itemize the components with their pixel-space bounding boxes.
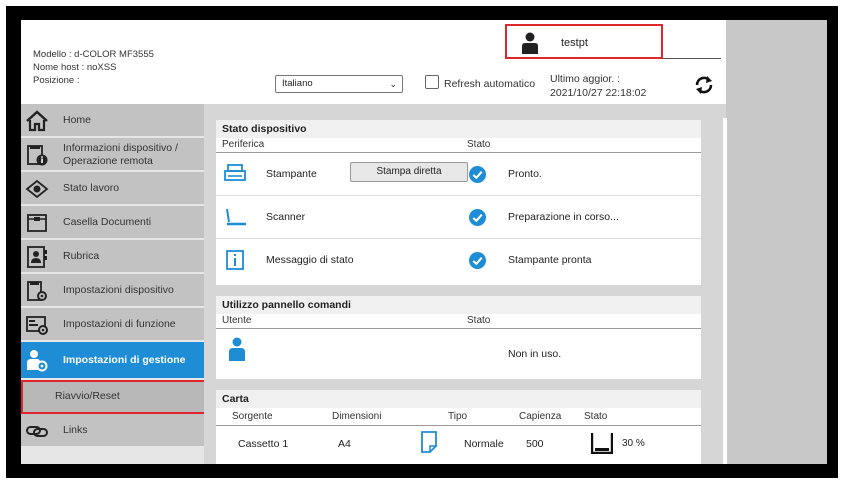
document-box-icon: [27, 214, 47, 232]
home-icon: [26, 110, 48, 132]
last-update-value: 2021/10/27 22:18:02: [550, 87, 647, 99]
function-settings-icon: [26, 316, 48, 335]
device-settings-icon: [27, 281, 47, 301]
table-header: Utente Stato: [216, 314, 701, 329]
auto-refresh-label: Refresh automatico: [444, 78, 536, 90]
language-value: Italiano: [282, 78, 313, 89]
paper-sheet-icon: [421, 431, 437, 453]
panel-usage-panel: Utilizzo pannello comandi Utente Stato N…: [216, 296, 701, 379]
sidebar-item-label: Impostazioni di funzione: [63, 318, 176, 330]
sidebar-item-address-book[interactable]: Rubrica: [21, 240, 204, 273]
table-row: Stampante Stampa diretta Pronto.: [216, 153, 701, 196]
device-info-icon: [27, 145, 48, 166]
panel-title: Carta: [216, 390, 701, 408]
device-status: Stampante pronta: [508, 254, 592, 266]
sidebar-item-job-status[interactable]: Stato lavoro: [21, 172, 204, 205]
sidebar-item-label: Impostazioni di gestione: [63, 354, 186, 366]
main-content: Stato dispositivo Periferica Stato Stamp…: [204, 104, 727, 464]
eye-icon: [25, 179, 49, 199]
check-icon: [469, 209, 486, 226]
auto-refresh-checkbox[interactable]: [425, 75, 439, 89]
user-panel[interactable]: testpt: [505, 24, 663, 59]
device-status-panel: Stato dispositivo Periferica Stato Stamp…: [216, 120, 701, 285]
usage-status: Non in uso.: [508, 348, 562, 360]
position-text: Posizione :: [33, 75, 80, 86]
sidebar-item-label: Impostazioni dispositivo: [63, 284, 174, 296]
table-row: Scanner Preparazione in corso...: [216, 196, 701, 239]
panel-title: Utilizzo pannello comandi: [216, 296, 701, 314]
paper-source: Cassetto 1: [238, 438, 289, 450]
column-size: Dimensioni: [332, 411, 382, 422]
info-icon: [226, 250, 244, 270]
sidebar-item-device-settings[interactable]: Impostazioni dispositivo: [21, 274, 204, 307]
device-name: Messaggio di stato: [266, 254, 354, 266]
address-book-icon: [27, 246, 47, 268]
paper-capacity: 500: [526, 438, 544, 450]
sidebar-item-label: Home: [63, 114, 92, 126]
sidebar-item-links[interactable]: Links: [21, 414, 204, 447]
scrollbar[interactable]: [723, 118, 727, 464]
device-name: Scanner: [266, 211, 306, 223]
printer-icon: [224, 164, 246, 181]
sidebar-item-label: Informazioni dispositivo / Operazione re…: [63, 142, 178, 167]
last-update: Ultimo aggior. : 2021/10/27 22:18:02: [550, 72, 646, 100]
check-icon: [469, 166, 486, 183]
table-row: Non in uso.: [216, 329, 701, 375]
sidebar: Home Informazioni dispositivo / Operazio…: [21, 104, 206, 464]
hostname-text: Nome host : noXSS: [33, 62, 117, 73]
panel-title: Stato dispositivo: [216, 120, 701, 138]
column-type: Tipo: [448, 411, 468, 422]
table-header: Periferica Stato: [216, 138, 701, 153]
column-status: Stato: [584, 411, 608, 422]
paper-panel: Carta Sorgente Dimensioni Tipo Capienza …: [216, 390, 701, 464]
sidebar-item-label: Rubrica: [63, 250, 100, 262]
link-icon: [26, 426, 48, 437]
paper-size: A4: [338, 438, 351, 450]
user-icon: [522, 32, 538, 54]
window-frame: Modello : d-COLOR MF3555 Nome host : noX…: [6, 6, 838, 478]
column-source: Sorgente: [232, 411, 273, 422]
device-status: Pronto.: [508, 168, 542, 180]
paper-level: 30 %: [622, 438, 645, 449]
column-user: Utente: [222, 315, 252, 326]
sidebar-item-label: Links: [63, 424, 88, 436]
device-status: Preparazione in corso...: [508, 211, 619, 223]
user-icon: [229, 337, 245, 361]
sidebar-item-document-box[interactable]: Casella Documenti: [21, 206, 204, 239]
highlight-box: [21, 380, 206, 414]
table-row: Messaggio di stato Stampante pronta: [216, 239, 701, 282]
page-margin: [726, 20, 827, 464]
sidebar-item-device-info[interactable]: Informazioni dispositivo / Operazione re…: [21, 138, 204, 171]
paper-tray-level-icon: [591, 433, 613, 454]
user-name: testpt: [561, 37, 588, 49]
column-status: Stato: [467, 139, 491, 150]
last-update-label: Ultimo aggior. :: [550, 73, 621, 85]
column-status: Stato: [467, 315, 491, 326]
model-text: Modello : d-COLOR MF3555: [33, 49, 154, 60]
table-header: Sorgente Dimensioni Tipo Capienza Stato: [216, 408, 701, 426]
header: Modello : d-COLOR MF3555 Nome host : noX…: [21, 20, 726, 104]
paper-type: Normale: [464, 438, 504, 450]
device-info: Modello : d-COLOR MF3555 Nome host : noX…: [33, 48, 154, 87]
sidebar-item-admin-settings[interactable]: Impostazioni di gestione: [21, 342, 204, 379]
table-row: Cassetto 1 A4 Normale 500 30 %: [216, 426, 701, 462]
language-select[interactable]: Italiano ⌄: [275, 75, 403, 93]
direct-print-button[interactable]: Stampa diretta: [350, 162, 468, 182]
sidebar-item-label: Stato lavoro: [63, 182, 120, 194]
chevron-down-icon: ⌄: [389, 79, 397, 89]
column-capacity: Capienza: [519, 411, 562, 422]
sidebar-item-home[interactable]: Home: [21, 104, 204, 137]
sidebar-item-function-settings[interactable]: Impostazioni di funzione: [21, 308, 204, 341]
refresh-icon[interactable]: [693, 74, 715, 96]
device-name: Stampante: [266, 168, 317, 180]
web-page: Modello : d-COLOR MF3555 Nome host : noX…: [21, 20, 827, 464]
check-icon: [469, 252, 486, 269]
scanner-icon: [226, 208, 246, 226]
column-device: Periferica: [222, 139, 265, 150]
admin-settings-icon: [27, 350, 48, 372]
sidebar-item-label: Casella Documenti: [63, 216, 152, 228]
